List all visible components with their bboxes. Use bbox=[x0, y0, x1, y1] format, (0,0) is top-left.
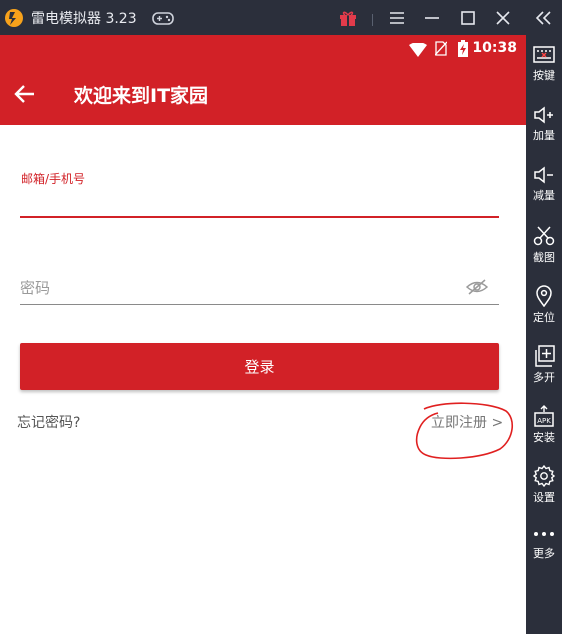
emulator-sidebar: 按键 加量 减量 截图 定位 多开 APK 安装 设置 更多 bbox=[526, 35, 562, 634]
email-label: 邮箱/手机号 bbox=[21, 172, 86, 186]
login-button[interactable]: 登录 bbox=[20, 343, 499, 390]
email-field[interactable] bbox=[20, 188, 499, 218]
sidebar-item-more[interactable]: 更多 bbox=[526, 525, 562, 575]
maximize-icon[interactable] bbox=[458, 8, 478, 28]
sidebar-item-label: 设置 bbox=[533, 491, 555, 504]
sidebar-item-screenshot[interactable]: 截图 bbox=[526, 225, 562, 275]
apk-install-icon: APK bbox=[526, 405, 562, 427]
sidebar-item-label: 更多 bbox=[533, 547, 555, 560]
location-pin-icon bbox=[526, 285, 562, 307]
forgot-password-link[interactable]: 忘记密码? bbox=[17, 412, 80, 432]
status-time: 10:38 bbox=[472, 40, 517, 56]
no-sim-icon bbox=[434, 41, 448, 60]
sidebar-item-volume-up[interactable]: 加量 bbox=[526, 105, 562, 155]
page-title: 欢迎来到IT家园 bbox=[74, 85, 209, 107]
sidebar-item-label: 安装 bbox=[533, 431, 555, 444]
sidebar-item-keys[interactable]: 按键 bbox=[526, 45, 562, 95]
scissors-icon bbox=[526, 225, 562, 247]
more-dots-icon bbox=[526, 525, 562, 543]
sidebar-item-location[interactable]: 定位 bbox=[526, 285, 562, 335]
titlebar-divider bbox=[372, 14, 373, 26]
svg-text:APK: APK bbox=[537, 417, 551, 425]
sidebar-item-label: 截图 bbox=[533, 251, 555, 264]
emulator-title-bar: 雷电模拟器 3.23 bbox=[0, 0, 562, 35]
collapse-sidebar-icon[interactable] bbox=[534, 8, 554, 28]
app-bar: 欢迎来到IT家园 bbox=[0, 62, 526, 125]
back-arrow-icon[interactable] bbox=[14, 83, 36, 109]
sidebar-item-volume-down[interactable]: 减量 bbox=[526, 165, 562, 215]
battery-charging-icon bbox=[458, 40, 468, 61]
volume-up-icon bbox=[526, 105, 562, 125]
sidebar-item-label: 定位 bbox=[533, 311, 555, 324]
sidebar-item-settings[interactable]: 设置 bbox=[526, 465, 562, 515]
sidebar-item-label: 减量 bbox=[533, 189, 555, 202]
wifi-icon bbox=[409, 42, 427, 61]
gift-icon[interactable] bbox=[338, 8, 358, 28]
volume-down-icon bbox=[526, 165, 562, 185]
close-icon[interactable] bbox=[493, 8, 513, 28]
minimize-icon[interactable] bbox=[422, 8, 442, 28]
sidebar-item-install[interactable]: APK 安装 bbox=[526, 405, 562, 455]
hide-password-eye-icon[interactable] bbox=[465, 278, 489, 300]
red-annotation-circle bbox=[415, 402, 513, 460]
keyboard-icon bbox=[526, 45, 562, 65]
sidebar-item-label: 按键 bbox=[533, 69, 555, 82]
gear-icon bbox=[526, 465, 562, 487]
login-content: 邮箱/手机号 登录 忘记密码? 立即注册 > bbox=[0, 125, 526, 634]
sidebar-item-label: 加量 bbox=[533, 129, 555, 142]
multi-instance-icon bbox=[526, 345, 562, 367]
menu-icon[interactable] bbox=[387, 8, 407, 28]
emulator-title: 雷电模拟器 3.23 bbox=[31, 11, 137, 27]
android-status-bar: 10:38 bbox=[0, 35, 526, 62]
emulator-logo-icon bbox=[4, 8, 24, 28]
sidebar-item-multi-instance[interactable]: 多开 bbox=[526, 345, 562, 395]
gamepad-icon[interactable] bbox=[152, 8, 174, 28]
sidebar-item-label: 多开 bbox=[533, 371, 555, 384]
password-field[interactable] bbox=[20, 272, 499, 305]
